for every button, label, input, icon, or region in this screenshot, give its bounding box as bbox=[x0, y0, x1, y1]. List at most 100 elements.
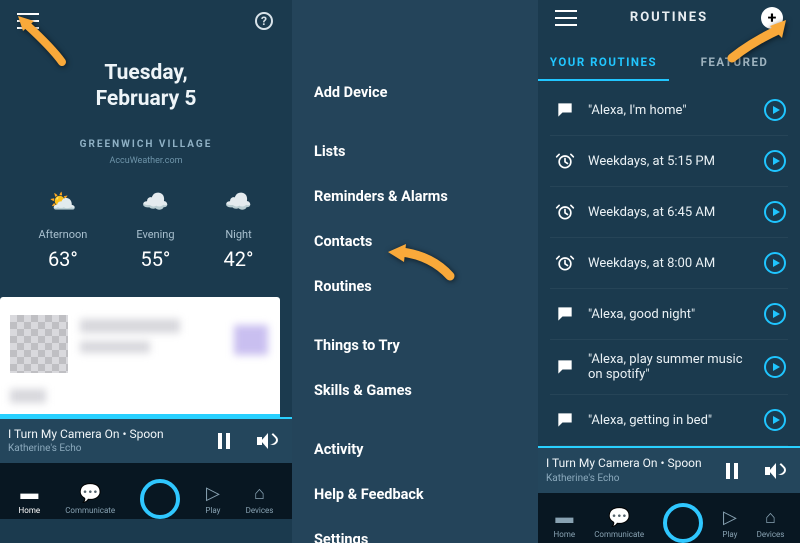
weather-evening[interactable]: ☁️ Evening 55° bbox=[136, 190, 174, 271]
play-routine-button[interactable] bbox=[764, 356, 786, 378]
nav-label: Devices bbox=[246, 506, 274, 515]
nav-label: Play bbox=[722, 530, 737, 539]
routine-item[interactable]: "Alexa, getting in bed" bbox=[550, 395, 788, 446]
routine-item[interactable]: Weekdays, at 6:45 AM bbox=[550, 187, 788, 238]
date-header: Tuesday, February 5 GREENWICH VILLAGE Ac… bbox=[0, 60, 292, 166]
nav-home[interactable]: ▬ Home bbox=[554, 507, 576, 539]
speaker-button[interactable] bbox=[760, 457, 788, 485]
nav-devices[interactable]: ⌂ Devices bbox=[757, 507, 785, 539]
routines-topbar: ROUTINES + bbox=[538, 0, 800, 35]
devices-icon: ⌂ bbox=[765, 507, 776, 528]
cloudy-icon: ☁️ bbox=[136, 190, 174, 216]
nav-label: Home bbox=[554, 530, 576, 539]
weather-provider[interactable]: AccuWeather.com bbox=[0, 156, 292, 166]
play-icon: ▷ bbox=[723, 507, 737, 528]
menu-item-routines[interactable]: Routines bbox=[314, 264, 538, 309]
weather-afternoon[interactable]: ⛅ Afternoon 63° bbox=[38, 190, 87, 271]
date-line1: Tuesday, bbox=[0, 60, 292, 86]
night-cloudy-icon: ☁️ bbox=[224, 190, 254, 216]
home-icon: ▬ bbox=[555, 507, 573, 528]
bottom-nav: ▬ Home 💬 Communicate ▷ Play ⌂ Devices bbox=[0, 463, 292, 519]
menu-item-things-to-try[interactable]: Things to Try bbox=[314, 323, 538, 368]
add-routine-button[interactable]: + bbox=[758, 4, 786, 32]
routines-screen: ? ROUTINES + YOUR ROUTINES FEATURED "Ale… bbox=[538, 0, 800, 543]
routine-label: Weekdays, at 5:15 PM bbox=[588, 154, 754, 169]
speech-bubble-icon bbox=[552, 301, 578, 327]
alarm-clock-icon bbox=[552, 250, 578, 276]
play-icon: ▷ bbox=[206, 483, 220, 504]
now-playing-title: I Turn My Camera On • Spoon bbox=[546, 456, 702, 472]
nav-label: Play bbox=[205, 506, 220, 515]
home-icon: ▬ bbox=[20, 483, 38, 504]
now-playing-subtitle: Katherine's Echo bbox=[8, 442, 164, 455]
now-playing-bar[interactable]: I Turn My Camera On • Spoon Katherine's … bbox=[0, 417, 292, 464]
menu-item-contacts[interactable]: Contacts bbox=[314, 219, 538, 264]
routine-label: "Alexa, good night" bbox=[588, 307, 754, 322]
routine-item[interactable]: Weekdays, at 8:00 AM bbox=[550, 238, 788, 289]
routine-label: "Alexa, I'm home" bbox=[588, 103, 754, 118]
play-routine-button[interactable] bbox=[764, 303, 786, 325]
menu-item-reminders-alarms[interactable]: Reminders & Alarms bbox=[314, 174, 538, 219]
speaker-button[interactable] bbox=[252, 427, 280, 455]
nav-alexa[interactable] bbox=[140, 475, 180, 515]
now-playing-bar[interactable]: I Turn My Camera On • Spoon Katherine's … bbox=[538, 446, 800, 493]
menu-item-settings[interactable]: Settings bbox=[314, 517, 538, 543]
location-label: GREENWICH VILLAGE bbox=[0, 139, 292, 150]
play-routine-button[interactable] bbox=[764, 150, 786, 172]
nav-label: Communicate bbox=[594, 530, 644, 539]
routine-label: Weekdays, at 6:45 AM bbox=[588, 205, 754, 220]
weather-part-label: Night bbox=[224, 228, 254, 241]
bubble-icon: 💬 bbox=[79, 483, 101, 504]
nav-play[interactable]: ▷ Play bbox=[722, 507, 737, 539]
tab-featured[interactable]: FEATURED bbox=[669, 49, 800, 81]
help-icon[interactable]: ? bbox=[250, 7, 278, 35]
play-routine-button[interactable] bbox=[764, 252, 786, 274]
weather-part-label: Evening bbox=[136, 228, 174, 241]
nav-home[interactable]: ▬ Home bbox=[19, 483, 41, 515]
menu-item-skills-games[interactable]: Skills & Games bbox=[314, 368, 538, 413]
weather-part-temp: 42° bbox=[224, 247, 254, 271]
speech-bubble-icon bbox=[552, 407, 578, 433]
routine-label: "Alexa, getting in bed" bbox=[588, 413, 754, 428]
menu-item-add-device[interactable]: Add Device bbox=[314, 70, 538, 115]
partly-cloudy-icon: ⛅ bbox=[38, 190, 87, 216]
alarm-clock-icon bbox=[552, 199, 578, 225]
tab-your-routines[interactable]: YOUR ROUTINES bbox=[538, 49, 669, 81]
card-thumbnail bbox=[10, 315, 68, 373]
nav-communicate[interactable]: 💬 Communicate bbox=[65, 483, 115, 515]
routines-tabs: YOUR ROUTINES FEATURED bbox=[538, 35, 800, 81]
routines-list[interactable]: "Alexa, I'm home" Weekdays, at 5:15 PM Wee… bbox=[538, 81, 800, 446]
nav-label: Communicate bbox=[65, 506, 115, 515]
nav-label: Home bbox=[19, 506, 41, 515]
play-routine-button[interactable] bbox=[764, 409, 786, 431]
pause-button[interactable] bbox=[718, 457, 746, 485]
menu-item-lists[interactable]: Lists bbox=[314, 129, 538, 174]
nav-communicate[interactable]: 💬 Communicate bbox=[594, 507, 644, 539]
menu-item-help-feedback[interactable]: Help & Feedback bbox=[314, 472, 538, 517]
weather-night[interactable]: ☁️ Night 42° bbox=[224, 190, 254, 271]
weather-part-temp: 55° bbox=[136, 247, 174, 271]
bubble-icon: 💬 bbox=[608, 507, 630, 528]
routine-item[interactable]: Weekdays, at 5:15 PM bbox=[550, 136, 788, 187]
side-menu-panel: Add Device ListsReminders & AlarmsContact… bbox=[292, 0, 538, 543]
play-routine-button[interactable] bbox=[764, 201, 786, 223]
routine-item[interactable]: "Alexa, I'm home" bbox=[550, 85, 788, 136]
weather-part-temp: 63° bbox=[38, 247, 87, 271]
play-routine-button[interactable] bbox=[764, 99, 786, 121]
now-playing-title: I Turn My Camera On • Spoon bbox=[8, 427, 164, 443]
speech-bubble-icon bbox=[552, 97, 578, 123]
routine-item[interactable]: "Alexa, play summer music on spotify" bbox=[550, 340, 788, 395]
routine-label: "Alexa, play summer music on spotify" bbox=[588, 352, 754, 382]
content-card[interactable] bbox=[0, 297, 280, 417]
nav-alexa[interactable] bbox=[663, 499, 703, 539]
routine-item[interactable]: "Alexa, good night" bbox=[550, 289, 788, 340]
pause-button[interactable] bbox=[210, 427, 238, 455]
nav-play[interactable]: ▷ Play bbox=[205, 483, 220, 515]
menu-button[interactable] bbox=[14, 7, 42, 35]
nav-devices[interactable]: ⌂ Devices bbox=[246, 483, 274, 515]
menu-item-activity[interactable]: Activity bbox=[314, 427, 538, 472]
date-line2: February 5 bbox=[0, 86, 292, 112]
alexa-orb-icon bbox=[663, 503, 703, 543]
now-playing-subtitle: Katherine's Echo bbox=[546, 472, 702, 485]
menu-button[interactable] bbox=[552, 4, 580, 32]
